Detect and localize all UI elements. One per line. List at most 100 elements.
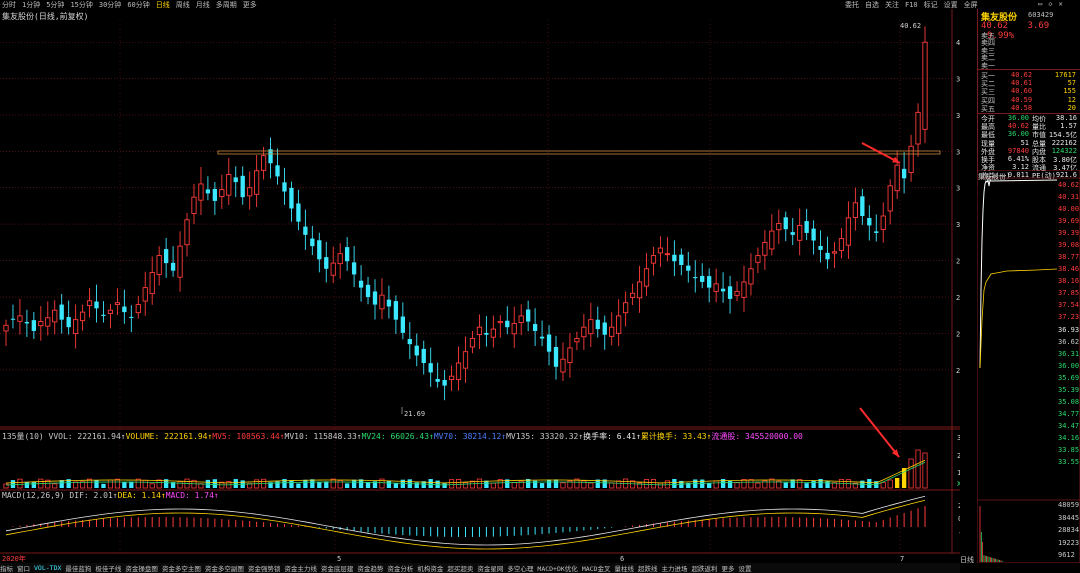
candle-body — [643, 268, 650, 287]
candle-body — [317, 240, 322, 260]
indicator-tab[interactable]: 资金分析 — [387, 563, 413, 573]
candle-body — [511, 322, 517, 335]
candle-body — [247, 187, 253, 197]
indicator-tab[interactable]: MACD+DK优化 — [537, 563, 577, 573]
mini-price-tick: 36.93 — [1058, 325, 1080, 334]
indicator-tab[interactable]: 资金主力线 — [284, 563, 317, 573]
candle-body — [282, 182, 287, 192]
candle-body — [818, 245, 823, 250]
candle-body — [734, 290, 740, 296]
candle-body — [358, 280, 364, 288]
candle-body — [442, 379, 447, 386]
indicator-tab[interactable]: 超跌线 — [638, 563, 658, 573]
candle-body — [448, 375, 455, 381]
candle-body — [386, 299, 392, 307]
candle-body — [664, 253, 671, 256]
minimize-icon[interactable]: ▭ — [1038, 0, 1042, 8]
volume-bar — [317, 482, 322, 488]
indicator-tab[interactable]: 极佳子线 — [95, 563, 121, 573]
candle-body — [727, 286, 733, 299]
indicator-tab[interactable]: 设置 — [738, 563, 751, 573]
candle-body — [177, 245, 183, 278]
indicator-tab[interactable]: VOL-TDX — [34, 564, 61, 572]
volume-bar — [310, 479, 315, 488]
bid-row: 买一 40.62 17617 — [981, 71, 1078, 80]
candle-body — [10, 318, 16, 320]
candle-body — [505, 320, 510, 328]
indicator-tab[interactable]: 机构资金 — [417, 563, 443, 573]
bid-price: 40.58 — [1011, 103, 1033, 112]
candle-body — [595, 319, 600, 330]
volume-bar — [511, 482, 517, 489]
volume-bar — [880, 482, 886, 489]
window-controls: ▭ ◇ ✕ — [1038, 0, 1063, 8]
candle-body — [609, 326, 615, 337]
kline-chart[interactable]: 40.62 38.69 36.76 34.83 32.90 30.97 29.04 27.10… — [0, 0, 960, 563]
candle-body — [135, 304, 141, 314]
indicator-tab[interactable]: 多空心理 — [507, 563, 533, 573]
candle-body — [226, 174, 232, 196]
close-icon[interactable]: ✕ — [1058, 0, 1062, 8]
stat-value: 1.57 — [1060, 122, 1077, 131]
volume-bar — [713, 480, 719, 489]
price-tick-label: 36.76 — [956, 112, 960, 120]
indicator-tab[interactable]: 量柱线 — [614, 563, 634, 573]
indicator-tab[interactable]: 超买超卖 — [447, 563, 473, 573]
candle-body — [915, 111, 921, 145]
indicator-tab[interactable]: 最佳蓝狗 — [65, 563, 91, 573]
candle-body — [191, 196, 197, 215]
ask-row: 卖一 — [981, 61, 1078, 70]
mini-volume-tick: 19223 — [1058, 538, 1080, 547]
candle-body — [212, 188, 218, 201]
candle-body — [616, 315, 622, 334]
volume-bar — [908, 458, 914, 489]
candle-body — [532, 324, 538, 331]
candle-body — [254, 170, 260, 195]
volume-bar — [114, 478, 120, 489]
indicator-tab[interactable]: 资金星网 — [477, 563, 503, 573]
candle-body — [79, 311, 86, 322]
volume-bar — [24, 481, 30, 488]
toolbar-tab[interactable]: 全屏 — [964, 0, 978, 10]
indicator-value: MV24: 66026.43↑ — [361, 432, 434, 441]
indicator-tab[interactable]: MACD金叉 — [582, 563, 611, 573]
candle-body — [275, 165, 280, 177]
mini-price-tick: 34.47 — [1058, 421, 1080, 430]
volume-bar — [727, 480, 733, 488]
indicator-tab[interactable]: 资金强势锁 — [248, 563, 281, 573]
candle-body — [260, 155, 267, 171]
volume-bar — [783, 482, 788, 488]
indicator-tab[interactable]: 资金趋势 — [357, 563, 383, 573]
volume-bar — [672, 479, 677, 488]
indicator-tab[interactable]: 超跌返利 — [691, 563, 717, 573]
volume-bar — [386, 480, 392, 488]
candle-body — [546, 334, 552, 352]
candle-body — [372, 291, 378, 305]
volume-bar — [122, 482, 127, 488]
indicator-tab[interactable]: 窗口 — [17, 563, 30, 573]
candle-body — [156, 255, 162, 275]
indicator-tab[interactable]: 资金多空主图 — [162, 563, 201, 573]
volume-bar — [643, 479, 650, 489]
indicator-tab[interactable]: 资金底层建 — [321, 563, 354, 573]
macd-tick-label: -2.00 — [958, 529, 960, 537]
candle-body — [24, 321, 30, 324]
indicator-tab[interactable]: 资金操盘图 — [125, 563, 158, 573]
indicator-tab[interactable]: 主力进场 — [661, 563, 687, 573]
mini-price-tick: 35.08 — [1058, 397, 1080, 406]
bid-volume: 20 — [1067, 103, 1076, 112]
orderbook-divider — [977, 69, 1080, 70]
candle-body — [672, 254, 677, 262]
candle-body — [184, 219, 190, 246]
indicator-tab[interactable]: 资金多空副图 — [205, 563, 244, 573]
candle-body — [762, 241, 768, 256]
candle-body — [455, 362, 462, 381]
indicator-tab[interactable]: 指标 — [0, 563, 13, 573]
price-tick-label: 32.90 — [956, 185, 960, 193]
mini-volume-tick: 9612 — [1058, 551, 1075, 559]
candlestick-series — [3, 26, 928, 401]
indicator-value: MV70: 38214.12↑ — [433, 432, 507, 441]
mini-price-tick: 36.00 — [1058, 361, 1080, 370]
restore-icon[interactable]: ◇ — [1048, 0, 1052, 8]
indicator-tab[interactable]: 更多 — [721, 563, 734, 573]
